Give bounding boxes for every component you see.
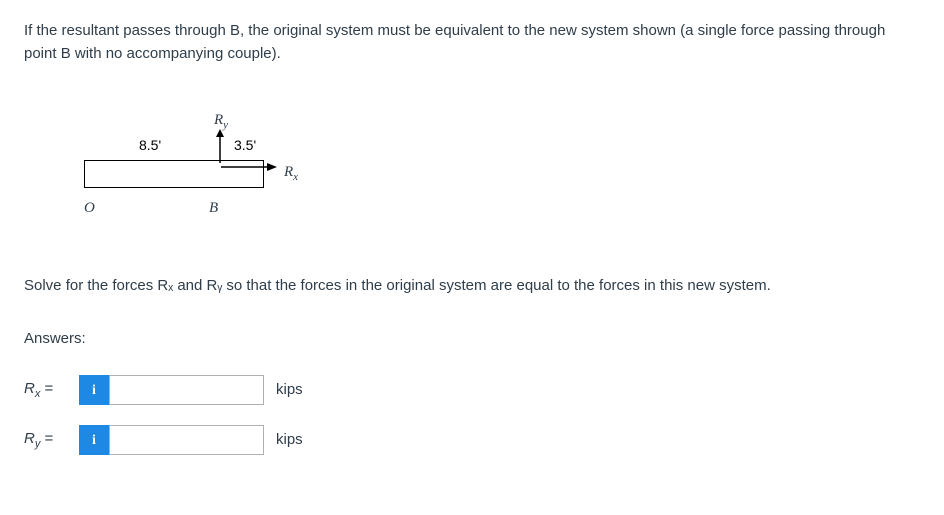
answer-row-rx: Rx = i kips <box>24 375 920 405</box>
arrow-rx-icon <box>219 160 279 174</box>
solve-text: Solve for the forces Rₓ and Rᵧ so that t… <box>24 275 920 298</box>
diagram: O B 8.5' 3.5' Ry Rx <box>64 105 344 225</box>
ry-input[interactable] <box>109 425 264 455</box>
label-force-Rx: Rx <box>284 161 298 186</box>
label-dim-right: 3.5' <box>234 135 256 156</box>
var-label-rx: Rx = <box>24 378 79 403</box>
info-icon[interactable]: i <box>79 375 109 405</box>
answer-row-ry: Ry = i kips <box>24 425 920 455</box>
rx-input[interactable] <box>109 375 264 405</box>
unit-label: kips <box>276 429 303 452</box>
unit-label: kips <box>276 379 303 402</box>
var-label-ry: Ry = <box>24 428 79 453</box>
label-point-O: O <box>84 197 95 220</box>
info-icon[interactable]: i <box>79 425 109 455</box>
answers-label: Answers: <box>24 328 920 351</box>
intro-text: If the resultant passes through B, the o… <box>24 20 920 65</box>
label-point-B: B <box>209 197 218 220</box>
label-dim-left: 8.5' <box>139 135 161 156</box>
